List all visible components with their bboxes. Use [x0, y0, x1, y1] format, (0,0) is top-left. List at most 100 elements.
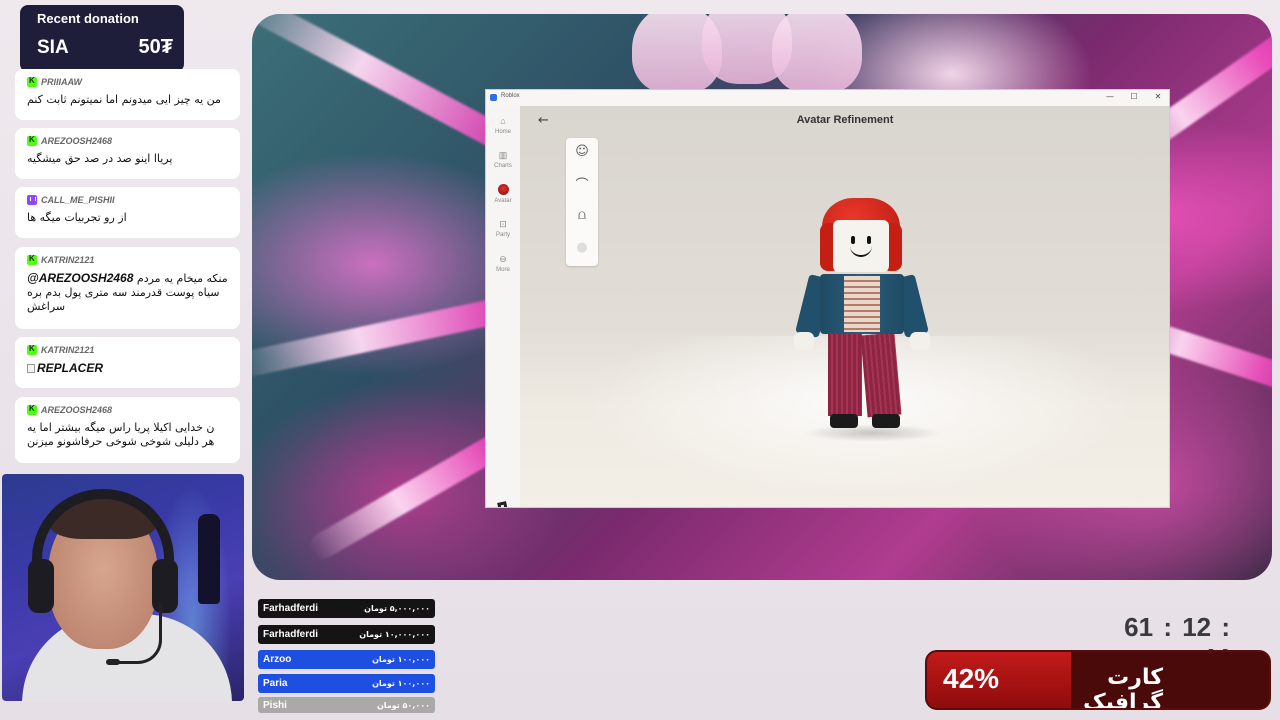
- chat-username: KATRIN2121: [41, 345, 95, 355]
- page-title: Avatar Refinement: [796, 114, 894, 126]
- chat-text: از رو تجربیات میگه ها: [27, 211, 127, 224]
- nav-item-more[interactable]: ⊖ More: [486, 254, 520, 273]
- chat-message: CALL_ME_PISHII از رو تجربیات میگه ها: [15, 187, 240, 238]
- character-hair: [772, 14, 862, 94]
- chat-username: PRIIIAAW: [41, 77, 83, 87]
- window-app-name: Roblox: [501, 93, 520, 99]
- donor-amount: ۱۰۰,۰۰۰ تومان: [372, 679, 430, 688]
- disabled-tool-icon: ●: [576, 240, 588, 255]
- nav-label: Party: [495, 232, 510, 238]
- microphone-icon: [106, 659, 120, 665]
- twitch-icon: [27, 195, 37, 205]
- chat-username: CALL_ME_PISHII: [41, 195, 115, 205]
- roblox-window: Roblox — ☐ ✕ ⌂ Home ▥ Charts Avatar ⊡ Pa…: [485, 89, 1170, 508]
- nav-label: Home: [494, 129, 511, 135]
- avatar-eye: [851, 236, 855, 244]
- donor-amount: ۵۰,۰۰۰ تومان: [376, 700, 430, 710]
- close-icon[interactable]: ✕: [1149, 91, 1167, 103]
- avatar-striped-shirt: [844, 276, 880, 332]
- donor-name: Farhadferdi: [263, 603, 319, 614]
- chat-mention[interactable]: @AREZOOSH2468: [27, 271, 133, 285]
- hat-icon[interactable]: ⩍: [572, 206, 592, 226]
- nav-item-avatar[interactable]: Avatar: [486, 184, 520, 204]
- donor-name: Farhadferdi: [263, 629, 319, 640]
- charts-icon: ▥: [498, 150, 508, 160]
- avatar-stage[interactable]: ← Avatar Refinement ☺ ⌒ ⩍ ●: [520, 106, 1169, 507]
- avatar-smile: [850, 246, 872, 257]
- minimize-icon[interactable]: —: [1101, 91, 1119, 103]
- roblox-logo[interactable]: [497, 501, 508, 507]
- nav-label: Avatar: [494, 198, 512, 204]
- roblox-app-icon: [490, 94, 497, 101]
- nav-label: Charts: [494, 163, 512, 169]
- back-arrow-icon[interactable]: ←: [538, 113, 549, 128]
- kick-icon: [27, 254, 37, 265]
- goal-label: کارت گرافیک: [1083, 665, 1163, 710]
- chat-message: PRIIIAAW من یه چیز ایی میدونم اما نمیتون…: [15, 69, 240, 120]
- maximize-icon[interactable]: ☐: [1125, 91, 1143, 103]
- goal-progress-bar: 42% کارت گرافیک: [925, 650, 1271, 710]
- emote-text: REPLACER: [37, 361, 104, 375]
- goal-percent: 42%: [943, 663, 1000, 694]
- webcam-feed: [2, 474, 244, 701]
- avatar-eye: [867, 236, 871, 244]
- avatar-hand-right: [910, 332, 930, 350]
- emote-replacer: REPLACER: [27, 361, 228, 375]
- chat-text: @AREZOOSH2468 منکه میخام یه مردم سیاه پو…: [27, 271, 228, 314]
- headset-earcup: [28, 559, 54, 613]
- refinement-toolbar: ☺ ⌒ ⩍ ●: [566, 138, 598, 266]
- hanger-icon[interactable]: ⌒: [572, 176, 592, 196]
- window-titlebar[interactable]: Roblox — ☐ ✕: [486, 90, 1169, 106]
- chat-message: AREZOOSH2468 پریاا اینو صد در صد حق میشگ…: [15, 128, 240, 179]
- donation-title: Recent donation: [37, 11, 139, 26]
- chat-message: AREZOOSH2468 ن خدایی اکیلا پریا راس میگه…: [15, 397, 240, 463]
- avatar-shadow: [802, 424, 942, 442]
- top-donor-row: Farhadferdi ۵,۰۰۰,۰۰۰ تومان: [258, 599, 435, 618]
- chat-username: KATRIN2121: [41, 255, 95, 265]
- background-bottle: [198, 514, 220, 604]
- avatar-hand-left: [794, 332, 814, 350]
- kick-icon: [27, 404, 37, 415]
- mic-arm: [112, 604, 162, 664]
- chat-text: من یه چیز ایی میدونم اما نمیتونم ثابت کن…: [27, 93, 221, 106]
- top-donor-row: Arzoo ۱۰۰,۰۰۰ تومان: [258, 650, 435, 669]
- roblox-sidebar: ⌂ Home ▥ Charts Avatar ⊡ Party ⊖ More: [486, 106, 520, 507]
- top-donor-row: Pishi ۵۰,۰۰۰ تومان: [258, 697, 435, 713]
- home-icon: ⌂: [500, 116, 506, 126]
- donor-amount: ۵,۰۰۰,۰۰۰ تومان: [364, 604, 430, 613]
- chat-message: KATRIN2121 @AREZOOSH2468 منکه میخام یه م…: [15, 247, 240, 329]
- nav-item-home[interactable]: ⌂ Home: [486, 116, 520, 135]
- avatar-shoe: [830, 414, 858, 428]
- avatar-leg-right: [860, 332, 902, 418]
- roblox-avatar[interactable]: [792, 198, 942, 448]
- avatar-icon: [497, 184, 509, 195]
- kick-icon: [27, 135, 37, 146]
- broken-image-icon: [27, 363, 35, 373]
- avatar-face: [833, 220, 889, 272]
- recent-donation-panel: Recent donation SIA 50₮: [20, 5, 184, 72]
- chat-text: پریاا اینو صد در صد حق میشگیه: [27, 152, 173, 165]
- chat-message: KATRIN2121 REPLACER: [15, 337, 240, 388]
- face-icon[interactable]: ☺: [572, 142, 592, 162]
- donor-name: SIA: [37, 37, 69, 58]
- top-donor-row: Farhadferdi ۱۰,۰۰۰,۰۰۰ تومان: [258, 625, 435, 644]
- kick-icon: [27, 344, 37, 355]
- avatar-shoe: [872, 414, 900, 428]
- donor-amount: ۱۰۰,۰۰۰ تومان: [372, 655, 430, 664]
- chat-username: AREZOOSH2468: [41, 405, 113, 415]
- nav-label: More: [496, 267, 510, 273]
- chat-username: AREZOOSH2468: [41, 136, 113, 146]
- nav-item-party[interactable]: ⊡ Party: [486, 219, 520, 238]
- donor-name: Pishi: [263, 699, 287, 711]
- party-icon: ⊡: [499, 219, 507, 229]
- nav-item-charts[interactable]: ▥ Charts: [486, 150, 520, 169]
- donor-amount: ۱۰,۰۰۰,۰۰۰ تومان: [359, 630, 430, 639]
- more-icon: ⊖: [499, 254, 507, 264]
- top-donor-row: Paria ۱۰۰,۰۰۰ تومان: [258, 674, 435, 693]
- donor-name: Paria: [263, 678, 288, 689]
- avatar-leg-left: [828, 334, 862, 416]
- chat-text: ن خدایی اکیلا پریا راس میگه بیشتر اما یه…: [27, 421, 215, 448]
- donor-name: Arzoo: [263, 654, 292, 665]
- donation-amount: 50₮: [138, 36, 173, 58]
- kick-icon: [27, 76, 37, 87]
